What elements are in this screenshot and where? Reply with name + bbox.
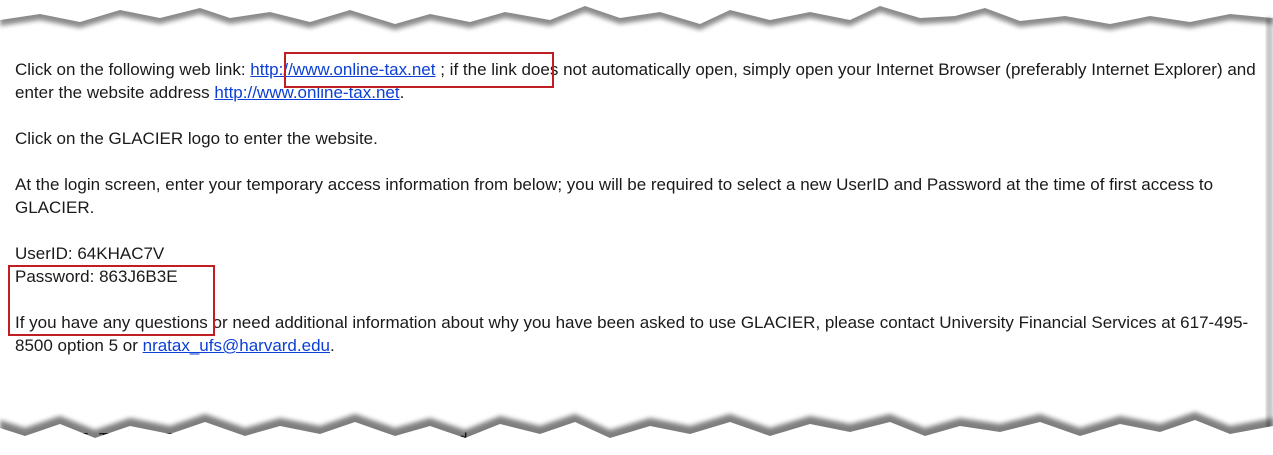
email-screenshot: To log Click on the following web link: … xyxy=(0,0,1273,455)
torn-right-shadow xyxy=(1266,18,1273,455)
torn-paper-edges xyxy=(0,0,1273,455)
